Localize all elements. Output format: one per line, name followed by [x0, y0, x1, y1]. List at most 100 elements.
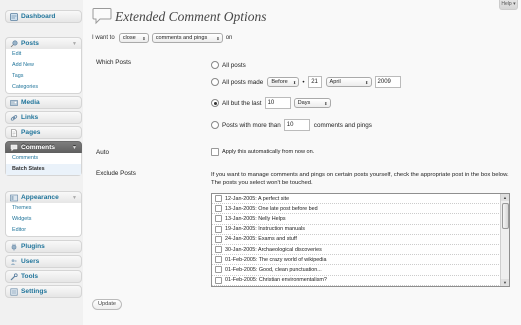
page-title: Extended Comment Options: [115, 9, 267, 24]
select-arrows-icon: ⬍: [324, 100, 328, 106]
scroll-up-icon[interactable]: ▲: [501, 194, 509, 201]
target-select-value: comments and pings: [155, 35, 208, 41]
submenu-item-comments[interactable]: Comments: [6, 153, 81, 164]
post-checkbox[interactable]: [215, 276, 222, 284]
dashboard-icon: [10, 12, 18, 21]
exclude-posts-label: Exclude Posts: [96, 170, 136, 177]
post-checkbox[interactable]: [215, 235, 222, 243]
submenu-item-editor[interactable]: Editor: [6, 225, 81, 236]
year-input[interactable]: 2009: [374, 76, 401, 88]
page-icon: [10, 128, 18, 137]
menu-comments-label: Comments: [21, 144, 56, 151]
target-select[interactable]: comments and pings ⬍: [151, 33, 223, 43]
link-icon: [10, 114, 18, 122]
plug-icon: [10, 243, 18, 251]
post-checkbox[interactable]: [215, 266, 222, 274]
comment-bubble-icon: [92, 8, 112, 25]
menu-plugins-label: Plugins: [21, 243, 45, 250]
auto-checkbox[interactable]: [211, 148, 219, 156]
appearance-submenu: Themes Widgets Editor: [5, 203, 82, 237]
post-list-scrollbar[interactable]: ▲ ▼: [500, 194, 509, 286]
comment-count-input[interactable]: 10: [283, 119, 310, 131]
post-list-item[interactable]: 12-Jan-2005: A perfect site: [212, 194, 509, 205]
comment-icon: [10, 144, 18, 152]
post-checkbox[interactable]: [215, 195, 222, 203]
post-list-item[interactable]: 13-Jan-2005: Nelly Helps: [212, 214, 509, 225]
post-checkbox[interactable]: [215, 215, 222, 223]
option-all-posts[interactable]: All posts: [211, 61, 246, 69]
help-tab[interactable]: Help ▾: [499, 0, 518, 10]
help-label: Help: [501, 1, 512, 7]
scrollbar-thumb[interactable]: [502, 203, 509, 229]
menu-users[interactable]: Users: [5, 255, 82, 268]
post-title: 30-Jan-2005: Archaeological discoveries: [225, 246, 322, 253]
which-posts-label: Which Posts: [96, 59, 131, 66]
chevron-down-icon[interactable]: ▼: [72, 41, 77, 47]
day-input[interactable]: 21: [307, 76, 322, 88]
menu-dashboard[interactable]: Dashboard: [5, 10, 82, 23]
unit-select[interactable]: Days ⬍: [293, 98, 331, 108]
menu-settings[interactable]: Settings: [5, 285, 82, 298]
chevron-down-icon[interactable]: ▼: [72, 195, 77, 201]
relation-select-value: Before: [271, 79, 288, 85]
select-arrows-icon: ⬍: [142, 35, 146, 41]
admin-sidebar: Dashboard Posts ▼ Edit Add New Tags Cate…: [0, 0, 83, 325]
menu-users-label: Users: [21, 258, 40, 265]
tools-icon: [10, 272, 18, 281]
submenu-item-widgets[interactable]: Widgets: [6, 214, 81, 225]
relation-select[interactable]: Before ⬍: [267, 77, 300, 87]
chevron-down-icon[interactable]: ▼: [72, 145, 77, 151]
last-count-input[interactable]: 10: [264, 97, 291, 109]
menu-media-label: Media: [21, 99, 40, 106]
posts-submenu: Edit Add New Tags Categories: [5, 49, 82, 94]
option-posts-more-than[interactable]: Posts with more than 10 comments and pin…: [211, 119, 372, 131]
radio-posts-made[interactable]: [211, 78, 219, 86]
post-checkbox[interactable]: [215, 256, 222, 264]
menu-dashboard-label: Dashboard: [21, 13, 56, 20]
option-all-but-last[interactable]: All but the last 10 Days ⬍: [211, 97, 331, 109]
post-checkbox[interactable]: [215, 246, 222, 254]
more-than-suffix: comments and pings: [313, 121, 372, 129]
submenu-item-categories[interactable]: Categories: [6, 82, 81, 93]
post-list-item[interactable]: 13-Jan-2005: One late post before bed: [212, 204, 509, 215]
post-list-item[interactable]: 01-Feb-2005: Good, clean punctuation...: [212, 265, 509, 276]
option-posts-made[interactable]: All posts made Before ⬍ • 21 April ⬍ 2009: [211, 76, 401, 88]
post-checkbox[interactable]: [215, 205, 222, 213]
scroll-down-icon[interactable]: ▼: [501, 279, 509, 286]
submenu-item-add-new[interactable]: Add New: [6, 60, 81, 71]
users-icon: [10, 258, 18, 266]
menu-media[interactable]: Media: [5, 96, 82, 109]
post-list-item[interactable]: 24-Jan-2005: Exams and stuff: [212, 235, 509, 245]
submenu-item-batch-states[interactable]: Batch States: [6, 164, 81, 175]
update-button[interactable]: Update: [92, 299, 123, 310]
select-arrows-icon: ⬍: [365, 79, 369, 85]
action-select[interactable]: close ⬍: [118, 33, 149, 43]
intro-prefix: I want to: [92, 35, 115, 41]
post-title: 19-Jan-2005: Instruction manuals: [225, 226, 306, 233]
exclude-post-list[interactable]: 12-Jan-2005: A perfect site 13-Jan-2005:…: [211, 193, 510, 287]
post-list-item[interactable]: 30-Jan-2005: Archaeological discoveries: [212, 245, 509, 256]
post-list-item[interactable]: 01-Feb-2005: Christian environmentalism?: [212, 276, 509, 286]
submenu-item-themes[interactable]: Themes: [6, 203, 81, 214]
submenu-item-tags[interactable]: Tags: [6, 71, 81, 82]
select-arrows-icon: ⬍: [216, 35, 220, 41]
auto-option[interactable]: Apply this automatically from now on.: [211, 148, 314, 156]
menu-links[interactable]: Links: [5, 111, 82, 124]
post-checkbox[interactable]: [215, 225, 222, 233]
radio-all-but-last[interactable]: [211, 99, 219, 107]
menu-plugins[interactable]: Plugins: [5, 240, 82, 253]
settings-icon: [10, 288, 18, 296]
intro-suffix: on: [225, 35, 233, 41]
radio-all-posts[interactable]: [211, 61, 219, 69]
month-select[interactable]: April ⬍: [325, 77, 372, 87]
submenu-item-edit[interactable]: Edit: [6, 49, 81, 60]
post-title: 24-Jan-2005: Exams and stuff: [225, 236, 297, 243]
post-list-item[interactable]: 01-Feb-2005: The crazy world of wikipedi…: [212, 255, 509, 266]
post-list-item[interactable]: 19-Jan-2005: Instruction manuals: [212, 225, 509, 235]
menu-pages-label: Pages: [21, 129, 41, 136]
post-title: 13-Jan-2005: One late post before bed: [225, 205, 318, 212]
unit-select-value: Days: [297, 100, 311, 106]
menu-tools[interactable]: Tools: [5, 270, 82, 283]
menu-pages[interactable]: Pages: [5, 126, 82, 139]
radio-posts-more-than[interactable]: [211, 121, 219, 129]
